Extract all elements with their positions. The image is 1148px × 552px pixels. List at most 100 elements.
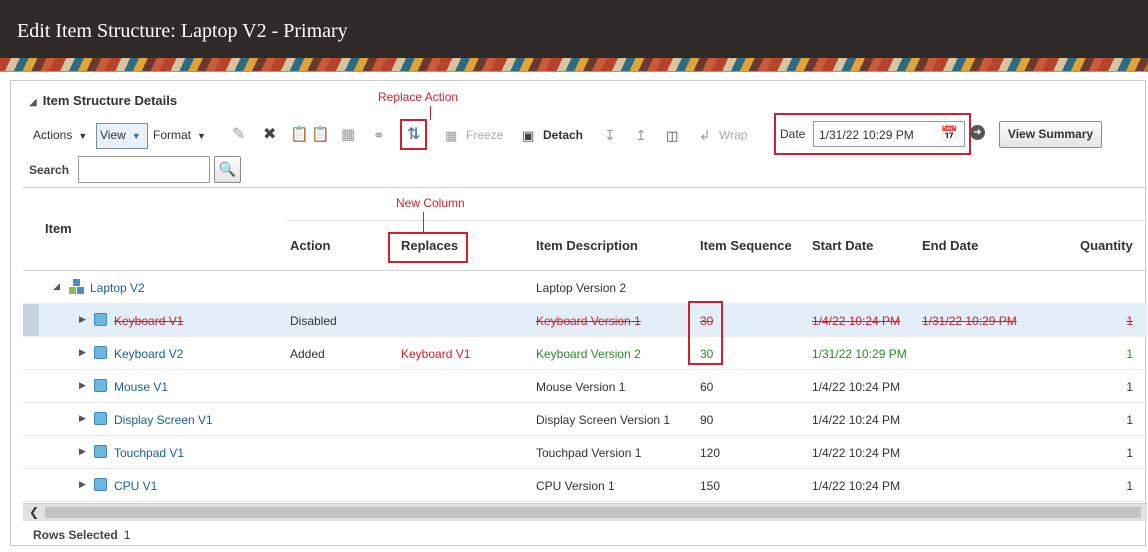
item-structure-table: New Column Item Action Replaces Item Des… [23, 187, 1147, 521]
insert-row-icon[interactable]: ▦ [341, 125, 355, 145]
wrap-button[interactable]: Wrap [719, 128, 747, 142]
freeze-icon[interactable]: ▦ [445, 126, 457, 146]
item-name[interactable]: Laptop V2 [90, 281, 145, 295]
actions-menu-label: Actions [33, 128, 73, 142]
item-action: Disabled [290, 314, 337, 328]
item-name[interactable]: CPU V1 [114, 479, 157, 493]
actions-menu[interactable]: Actions ▼ [33, 128, 87, 142]
page-header: Edit Item Structure: Laptop V2 - Primary [0, 0, 1148, 72]
item-cube-icon [94, 346, 107, 359]
item-quantity: 1 [1126, 413, 1133, 427]
column-header-item[interactable]: Item [45, 221, 72, 236]
link-icon[interactable]: ⚭ [373, 125, 385, 145]
item-description: CPU Version 1 [536, 479, 615, 493]
annotation-box-sequence [688, 301, 723, 365]
column-header-end-date[interactable]: End Date [922, 238, 978, 253]
table-row-root[interactable]: ◢ Laptop V2 Laptop Version 2 [23, 271, 1147, 304]
expand-triangle-icon[interactable]: ▶ [79, 314, 86, 325]
item-cube-icon [94, 478, 107, 491]
table-row[interactable]: ▶ Keyboard V2 Added Keyboard V1 Keyboard… [23, 337, 1147, 370]
item-quantity: 1 [1126, 479, 1133, 493]
calendar-icon[interactable]: 📅 [941, 125, 958, 142]
item-quantity: 1 [1126, 380, 1133, 394]
freeze-button[interactable]: Freeze [466, 128, 503, 142]
rows-selected-value: 1 [123, 528, 131, 542]
item-name[interactable]: Keyboard V2 [114, 347, 183, 361]
header-banner-decoration [0, 58, 1148, 71]
item-name[interactable]: Mouse V1 [114, 380, 168, 394]
go-arrow-icon[interactable]: ➜ [970, 125, 985, 140]
expand-triangle-icon[interactable]: ▶ [79, 413, 86, 424]
item-name[interactable]: Touchpad V1 [114, 446, 184, 460]
collapse-all-icon[interactable]: ↧ [604, 125, 616, 145]
hierarchy-icon[interactable]: ◫ [666, 126, 678, 146]
delete-x-icon[interactable]: ✖ [263, 125, 276, 145]
rows-selected-label: Rows Selected [33, 528, 118, 542]
edit-pencil-icon[interactable]: ✎ [232, 125, 245, 145]
expand-all-icon[interactable]: ↥ [635, 125, 647, 145]
horizontal-scrollbar[interactable]: ❮ [23, 503, 1147, 521]
item-start-date: 1/4/22 10:24 PM [812, 413, 901, 427]
item-sequence: 150 [700, 479, 721, 493]
item-description: Mouse Version 1 [536, 380, 626, 394]
annotation-pointer-line [423, 212, 424, 232]
column-header-action[interactable]: Action [290, 238, 330, 253]
row-selector[interactable] [23, 304, 39, 336]
view-summary-button[interactable]: View Summary [999, 121, 1102, 148]
format-menu[interactable]: Format ▼ [153, 128, 206, 142]
annotation-box-replace-action [400, 119, 427, 150]
collapse-triangle-icon[interactable]: ◢ [53, 281, 60, 292]
item-end-date: 1/31/22 10:29 PM [922, 314, 1017, 328]
item-sequence: 60 [700, 380, 714, 394]
item-action: Added [290, 347, 325, 361]
section-title: Item Structure Details [42, 93, 178, 108]
column-header-start-date[interactable]: Start Date [812, 238, 873, 253]
item-cube-icon [94, 379, 107, 392]
column-header-quantity[interactable]: Quantity [1080, 238, 1133, 253]
item-description: Laptop Version 2 [536, 281, 627, 295]
item-structure-panel: ◢ Item Structure Details Replace Action A… [10, 80, 1147, 546]
date-field-value: 1/31/22 10:29 PM [819, 128, 914, 142]
format-menu-label: Format [153, 128, 192, 142]
search-button[interactable]: 🔍 [214, 156, 241, 183]
table-row[interactable]: ▶ Display Screen V1 Display Screen Versi… [23, 403, 1147, 436]
item-start-date: 1/4/22 10:24 PM [812, 446, 901, 460]
table-row[interactable]: ▶ CPU V1 CPU Version 1 150 1/4/22 10:24 … [23, 469, 1147, 502]
paste-icon[interactable]: 📋 [311, 125, 330, 145]
item-replaces: Keyboard V1 [401, 347, 471, 361]
copy-icon[interactable]: 📋 [290, 125, 309, 145]
scroll-left-icon[interactable]: ❮ [29, 505, 39, 519]
table-row[interactable]: ▶ Touchpad V1 Touchpad Version 1 120 1/4… [23, 436, 1147, 469]
item-name[interactable]: Display Screen V1 [114, 413, 213, 427]
detach-button[interactable]: Detach [543, 128, 583, 142]
scrollbar-thumb[interactable] [45, 507, 1141, 518]
item-start-date: 1/4/22 10:24 PM [812, 479, 901, 493]
column-header-description[interactable]: Item Description [536, 238, 638, 253]
expand-triangle-icon[interactable]: ▶ [79, 446, 86, 457]
expand-triangle-icon[interactable]: ▶ [79, 347, 86, 358]
item-quantity: 1 [1126, 446, 1133, 460]
item-start-date: 1/4/22 10:24 PM [812, 314, 901, 328]
chevron-down-icon: ▼ [78, 131, 88, 141]
search-input[interactable] [78, 156, 210, 183]
table-row[interactable]: ▶ Keyboard V1 Disabled Keyboard Version … [23, 304, 1147, 337]
column-group-divider [285, 220, 1147, 221]
collapse-triangle-icon[interactable]: ◢ [29, 97, 37, 108]
table-row[interactable]: ▶ Mouse V1 Mouse Version 1 60 1/4/22 10:… [23, 370, 1147, 403]
expand-triangle-icon[interactable]: ▶ [79, 380, 86, 391]
date-field[interactable]: 1/31/22 10:29 PM 📅 [813, 121, 965, 147]
item-description: Keyboard Version 2 [536, 347, 641, 361]
search-icon: 🔍 [218, 161, 237, 177]
item-start-date: 1/4/22 10:24 PM [812, 380, 901, 394]
wrap-icon[interactable]: ↲ [699, 125, 711, 145]
item-cube-icon [94, 412, 107, 425]
detach-icon[interactable]: ▣ [522, 126, 534, 146]
column-header-sequence[interactable]: Item Sequence [700, 238, 792, 253]
item-cube-icon [94, 313, 107, 326]
expand-triangle-icon[interactable]: ▶ [79, 479, 86, 490]
column-header-replaces[interactable]: Replaces [401, 238, 458, 253]
section-header[interactable]: ◢ Item Structure Details [29, 93, 177, 108]
item-name[interactable]: Keyboard V1 [114, 314, 183, 328]
item-quantity: 1 [1126, 314, 1133, 328]
view-menu[interactable]: View ▼ [100, 128, 141, 142]
